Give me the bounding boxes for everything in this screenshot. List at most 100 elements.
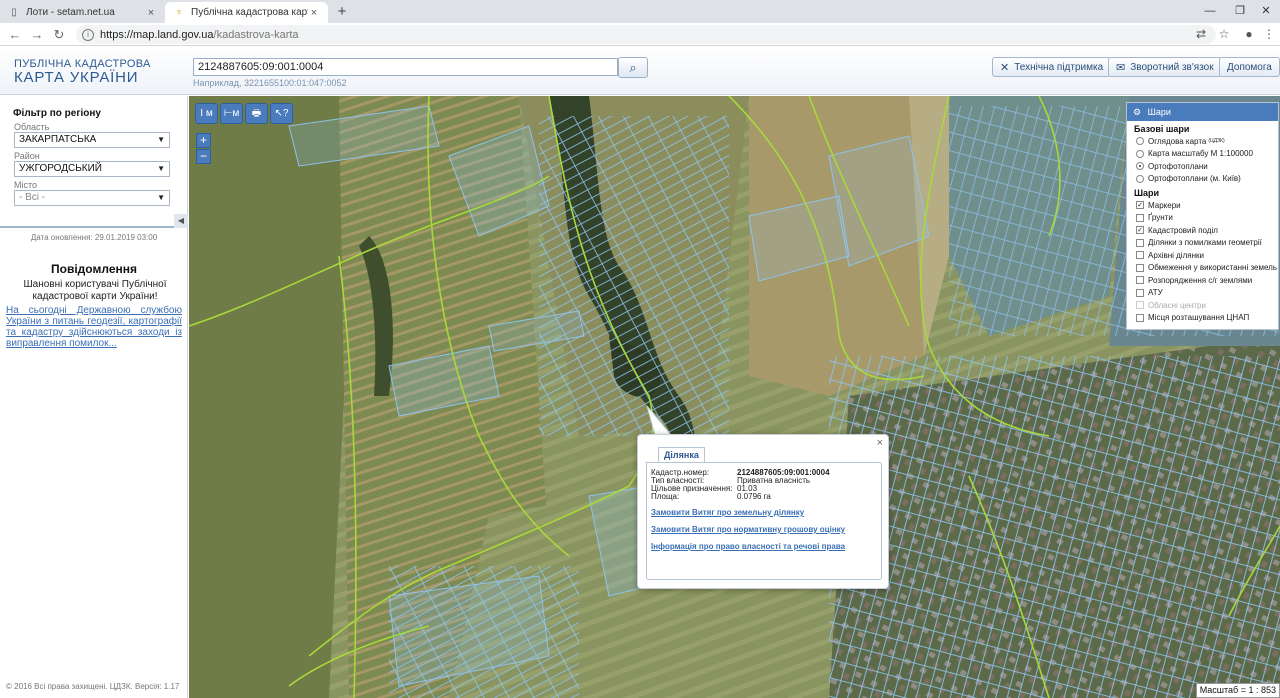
layer-label: Ділянки з помилками геометрії: [1148, 238, 1262, 248]
oblast-value: ЗАКАРПАТСЬКА: [19, 134, 97, 145]
popup-pointer: [646, 406, 673, 436]
order-parcel-extract-link[interactable]: Замовити Витяг про земельну ділянку: [651, 508, 804, 517]
order-valuation-extract-link[interactable]: Замовити Витяг про нормативну грошову оц…: [651, 525, 845, 534]
layer-label: Ортофотоплани: [1148, 161, 1208, 171]
close-tab-icon[interactable]: ×: [145, 7, 157, 19]
gear-icon: ⚙: [1133, 107, 1142, 117]
layer-markers[interactable]: ✓ Маркери: [1127, 199, 1278, 212]
cadastral-search-input[interactable]: [193, 58, 618, 76]
support-button[interactable]: ✕ Технічна підтримка: [992, 57, 1112, 77]
layer-cadastral[interactable]: ✓ Кадастровий поділ: [1127, 224, 1278, 237]
account-icon[interactable]: ●: [1240, 25, 1258, 44]
map-toolbar: I м ⊢м 🖶 ↖?: [195, 103, 293, 124]
radio-button-selected[interactable]: [1136, 162, 1144, 171]
filter-title: Фільтр по регіону: [13, 108, 101, 119]
translate-icon[interactable]: ⇄: [1192, 25, 1210, 44]
minimize-icon[interactable]: —: [1196, 2, 1224, 20]
misto-select[interactable]: - Всі - ▼: [14, 190, 170, 206]
oblast-select[interactable]: ЗАКАРПАТСЬКА ▼: [14, 132, 170, 148]
ownership-info-link[interactable]: Інформація про право власності та речові…: [651, 542, 845, 551]
measure-area-icon[interactable]: ⊢м: [220, 103, 243, 124]
layers-title: Шари: [1147, 107, 1171, 117]
layer-label: Розпорядження с/г землями: [1148, 275, 1253, 285]
layer-label: Ортофотоплани (м. Київ): [1148, 174, 1241, 184]
logo[interactable]: ПУБЛІЧНА КАДАСТРОВА КАРТА УКРАЇНИ: [14, 58, 151, 86]
base-layer-orthophoto[interactable]: Ортофотоплани: [1127, 160, 1278, 173]
layer-soils[interactable]: Ґрунти: [1127, 212, 1278, 225]
notice-link[interactable]: На сьогодні Державною службою України з …: [6, 305, 182, 349]
checkbox-checked[interactable]: ✓: [1136, 201, 1144, 210]
checkbox[interactable]: [1136, 251, 1144, 260]
new-tab-button[interactable]: +: [333, 3, 351, 21]
checkbox[interactable]: [1136, 313, 1144, 322]
bookmark-star-icon[interactable]: ☆: [1215, 25, 1233, 44]
base-layer-overview[interactable]: Оглядова карта (ЦДЗК): [1127, 135, 1278, 148]
chevron-down-icon: ▼: [157, 164, 165, 173]
checkbox[interactable]: [1136, 276, 1144, 285]
browser-tab-strip: ▯ Лоти - setam.net.ua × ♆ Публічна кадас…: [0, 0, 1280, 23]
rayon-select[interactable]: УЖГОРОДСЬКИЙ ▼: [14, 161, 170, 177]
checkbox[interactable]: [1136, 288, 1144, 297]
rayon-value: УЖГОРОДСЬКИЙ: [19, 163, 102, 174]
forward-icon[interactable]: →: [27, 25, 47, 44]
layer-label: Оглядова карта: [1148, 136, 1207, 146]
layer-agri-disposal[interactable]: Розпорядження с/г землями: [1127, 274, 1278, 287]
tab-title: Публічна кадастрова карта Укр: [191, 7, 308, 18]
close-tab-icon[interactable]: ×: [308, 7, 320, 19]
checkbox[interactable]: [1136, 213, 1144, 222]
checkbox[interactable]: [1136, 263, 1144, 272]
layers-header[interactable]: ⚙ Шари: [1127, 103, 1278, 121]
map-view[interactable]: I м ⊢м 🖶 ↖? + − ⚙ Шари Базові шари Огляд…: [189, 96, 1280, 698]
zoom-controls: + −: [196, 133, 211, 165]
radio-button[interactable]: [1136, 174, 1144, 183]
sidebar: Фільтр по регіону Область ЗАКАРПАТСЬКА ▼…: [0, 96, 188, 698]
layer-atu[interactable]: АТУ: [1127, 287, 1278, 300]
layer-geometry-errors[interactable]: Ділянки з помилками геометрії: [1127, 237, 1278, 250]
layer-restrictions[interactable]: Обмеження у використанні земель: [1127, 262, 1278, 275]
layer-archive[interactable]: Архівні ділянки: [1127, 249, 1278, 262]
sidebar-collapse-bar: ◀: [0, 214, 188, 228]
measure-distance-icon[interactable]: I м: [195, 103, 218, 124]
popup-row-area: Площа: 0.0796 га: [651, 492, 771, 501]
reload-icon[interactable]: ↻: [49, 25, 69, 44]
zoom-in-button[interactable]: +: [196, 133, 211, 148]
browser-tab-setam[interactable]: ▯ Лоти - setam.net.ua ×: [0, 2, 165, 23]
feedback-label: Зворотний зв'язок: [1130, 61, 1214, 73]
maximize-icon[interactable]: ❐: [1226, 2, 1254, 20]
search-hint: Наприклад, 3221655100:01:047:0052: [193, 78, 347, 88]
notice-title: Повідомлення: [51, 262, 137, 276]
support-label: Технічна підтримка: [1014, 61, 1104, 73]
base-layer-map100000[interactable]: Карта масштабу М 1:100000: [1127, 148, 1278, 161]
close-popup-icon[interactable]: ×: [877, 437, 883, 449]
base-layers-title: Базові шари: [1134, 124, 1190, 134]
chevron-left-icon: ◀: [177, 216, 185, 225]
checkbox-checked[interactable]: ✓: [1136, 226, 1144, 235]
popup-tab-parcel[interactable]: Ділянка: [658, 447, 705, 462]
layer-label: Карта масштабу М 1:100000: [1148, 149, 1253, 159]
radio-button[interactable]: [1136, 137, 1144, 146]
identify-icon[interactable]: ↖?: [270, 103, 293, 124]
chevron-down-icon: ▼: [157, 193, 165, 202]
row-key: Площа:: [651, 492, 680, 501]
url-path: /kadastrova-karta: [213, 28, 299, 41]
menu-icon[interactable]: ⋮: [1260, 25, 1278, 44]
browser-tab-kadastr[interactable]: ♆ Публічна кадастрова карта Укр ×: [165, 2, 328, 23]
print-icon[interactable]: 🖶: [245, 103, 268, 124]
help-button[interactable]: Допомога: [1219, 57, 1280, 77]
feedback-button[interactable]: ✉ Зворотний зв'язок: [1108, 57, 1222, 77]
info-icon[interactable]: i: [82, 28, 94, 41]
radio-button[interactable]: [1136, 149, 1144, 158]
zoom-out-button[interactable]: −: [196, 149, 211, 164]
close-window-icon[interactable]: ✕: [1252, 2, 1280, 20]
layer-label: Кадастровий поділ: [1148, 225, 1218, 235]
page-icon: ▯: [11, 6, 17, 18]
search-button[interactable]: ⌕: [618, 57, 648, 78]
address-bar[interactable]: i https://map.land.gov.ua/kadastrova-kar…: [76, 25, 1216, 44]
checkbox[interactable]: [1136, 238, 1144, 247]
url-host: https://map.land.gov.ua: [100, 28, 214, 41]
collapse-sidebar-button[interactable]: ◀: [174, 214, 188, 228]
back-icon[interactable]: ←: [5, 25, 25, 44]
layer-label: Обласні центри: [1148, 300, 1206, 310]
layer-cnap[interactable]: Місця розташування ЦНАП: [1127, 312, 1278, 325]
base-layer-orthophoto-kyiv[interactable]: Ортофотоплани (м. Київ): [1127, 173, 1278, 186]
